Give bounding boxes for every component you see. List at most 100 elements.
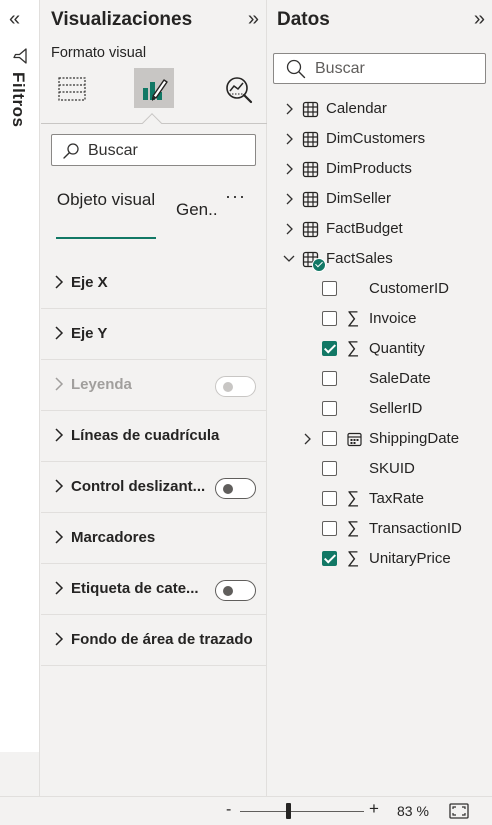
field-checkbox[interactable]: [322, 431, 337, 446]
table-dimcustomers[interactable]: DimCustomers: [267, 124, 492, 154]
sigma-icon: ∑: [347, 518, 360, 537]
zoom-in-button[interactable]: +: [369, 799, 379, 819]
search-icon: [286, 59, 306, 79]
section-y-axis[interactable]: Eje Y: [41, 309, 267, 360]
field-transactionid[interactable]: ∑ TransactionID: [267, 514, 492, 544]
table-dimproducts[interactable]: DimProducts: [267, 154, 492, 184]
more-options-icon[interactable]: ···: [225, 186, 246, 207]
chevron-right-icon: [55, 479, 64, 493]
field-name: TransactionID: [369, 520, 462, 537]
section-gridlines[interactable]: Líneas de cuadrícula: [41, 411, 267, 462]
zoom-percent: 83 %: [397, 803, 429, 819]
field-checkbox[interactable]: [322, 461, 337, 476]
zoom-out-button[interactable]: -: [226, 801, 231, 819]
table-factbudget[interactable]: FactBudget: [267, 214, 492, 244]
table-name: FactSales: [326, 250, 393, 267]
chevron-right-icon: [286, 163, 293, 175]
fit-to-page-icon[interactable]: [449, 803, 469, 819]
chevron-right-icon[interactable]: [303, 433, 313, 445]
table-factsales[interactable]: FactSales: [267, 244, 492, 274]
zoom-slider-track[interactable]: [240, 811, 364, 812]
data-search-input[interactable]: Buscar: [273, 53, 486, 84]
table-name: Calendar: [326, 100, 387, 117]
table-icon: [302, 191, 319, 208]
field-name: SKUID: [369, 460, 415, 477]
field-checkbox[interactable]: [322, 521, 337, 536]
sigma-icon: ∑: [347, 548, 360, 567]
field-name: UnitaryPrice: [369, 550, 451, 567]
field-name: TaxRate: [369, 490, 425, 507]
table-icon: [302, 221, 319, 238]
section-label: Control deslizant...: [71, 478, 206, 495]
field-checkbox[interactable]: [322, 341, 337, 356]
filter-funnel-icon[interactable]: [11, 47, 29, 65]
slider-control-toggle[interactable]: [215, 478, 256, 499]
section-x-axis[interactable]: Eje X: [41, 258, 267, 309]
format-visual-subtitle: Formato visual: [51, 45, 147, 61]
field-sellerid[interactable]: SellerID: [267, 394, 492, 424]
active-tab-underline: [56, 237, 156, 239]
field-taxrate[interactable]: ∑ TaxRate: [267, 484, 492, 514]
chevron-right-icon: [55, 581, 64, 595]
table-calendar[interactable]: Calendar: [267, 94, 492, 124]
tab-visual-object[interactable]: Objeto visual: [56, 188, 156, 211]
filters-pane: « Filtros: [0, 0, 40, 752]
table-icon: [302, 101, 319, 118]
analytics-icon[interactable]: [217, 68, 257, 108]
tab-general[interactable]: Gen..: [176, 200, 218, 220]
table-icon: [302, 161, 319, 178]
chevron-right-icon: [286, 103, 293, 115]
sigma-icon: ∑: [347, 488, 360, 507]
field-checkbox[interactable]: [322, 371, 337, 386]
calendar-icon: [347, 432, 362, 447]
section-plot-area-background[interactable]: Fondo de área de trazado: [41, 615, 267, 666]
chevron-right-icon: [55, 326, 64, 340]
field-customerid[interactable]: CustomerID: [267, 274, 492, 304]
section-slider-control[interactable]: Control deslizant...: [41, 462, 267, 513]
chevron-right-icon: [286, 223, 293, 235]
collapse-filters-icon[interactable]: «: [9, 9, 20, 29]
build-visual-icon[interactable]: [50, 68, 90, 108]
section-label: Eje X: [71, 274, 108, 291]
filters-label[interactable]: Filtros: [8, 72, 28, 127]
search-placeholder: Buscar: [315, 60, 365, 77]
table-dimseller[interactable]: DimSeller: [267, 184, 492, 214]
field-shippingdate[interactable]: ShippingDate: [267, 424, 492, 454]
section-label: Fondo de área de trazado: [71, 631, 253, 648]
chevron-right-icon: [55, 377, 64, 391]
expand-visualizations-icon[interactable]: »: [248, 9, 259, 29]
section-legend[interactable]: Leyenda: [41, 360, 267, 411]
expand-data-icon[interactable]: »: [474, 9, 485, 29]
toggle-knob: [223, 586, 233, 596]
field-invoice[interactable]: ∑ Invoice: [267, 304, 492, 334]
field-checkbox[interactable]: [322, 401, 337, 416]
field-checkbox[interactable]: [322, 281, 337, 296]
field-unitaryprice[interactable]: ∑ UnitaryPrice: [267, 544, 492, 574]
format-search-input[interactable]: Buscar: [51, 134, 256, 166]
field-name: CustomerID: [369, 280, 450, 297]
field-checkbox[interactable]: [322, 551, 337, 566]
field-skuid[interactable]: SKUID: [267, 454, 492, 484]
status-bar: - + 83 %: [0, 796, 492, 825]
chevron-right-icon: [55, 275, 64, 289]
section-category-label[interactable]: Etiqueta de cate...: [41, 564, 267, 615]
table-name: DimSeller: [326, 190, 392, 207]
zoom-slider-thumb[interactable]: [286, 803, 291, 819]
section-markers[interactable]: Marcadores: [41, 513, 267, 564]
toggle-knob: [223, 382, 233, 392]
format-visual-icon[interactable]: [134, 68, 174, 108]
field-checkbox[interactable]: [322, 491, 337, 506]
table-name: DimCustomers: [326, 130, 426, 147]
toggle-knob: [223, 484, 233, 494]
field-saledate[interactable]: SaleDate: [267, 364, 492, 394]
section-label: Líneas de cuadrícula: [71, 427, 220, 444]
data-title: Datos: [277, 9, 330, 30]
legend-toggle[interactable]: [215, 376, 256, 397]
table-name: DimProducts: [326, 160, 412, 177]
field-name: SaleDate: [369, 370, 431, 387]
category-label-toggle[interactable]: [215, 580, 256, 601]
sigma-icon: ∑: [347, 338, 360, 357]
chevron-right-icon: [55, 632, 64, 646]
field-checkbox[interactable]: [322, 311, 337, 326]
field-quantity[interactable]: ∑ Quantity: [267, 334, 492, 364]
